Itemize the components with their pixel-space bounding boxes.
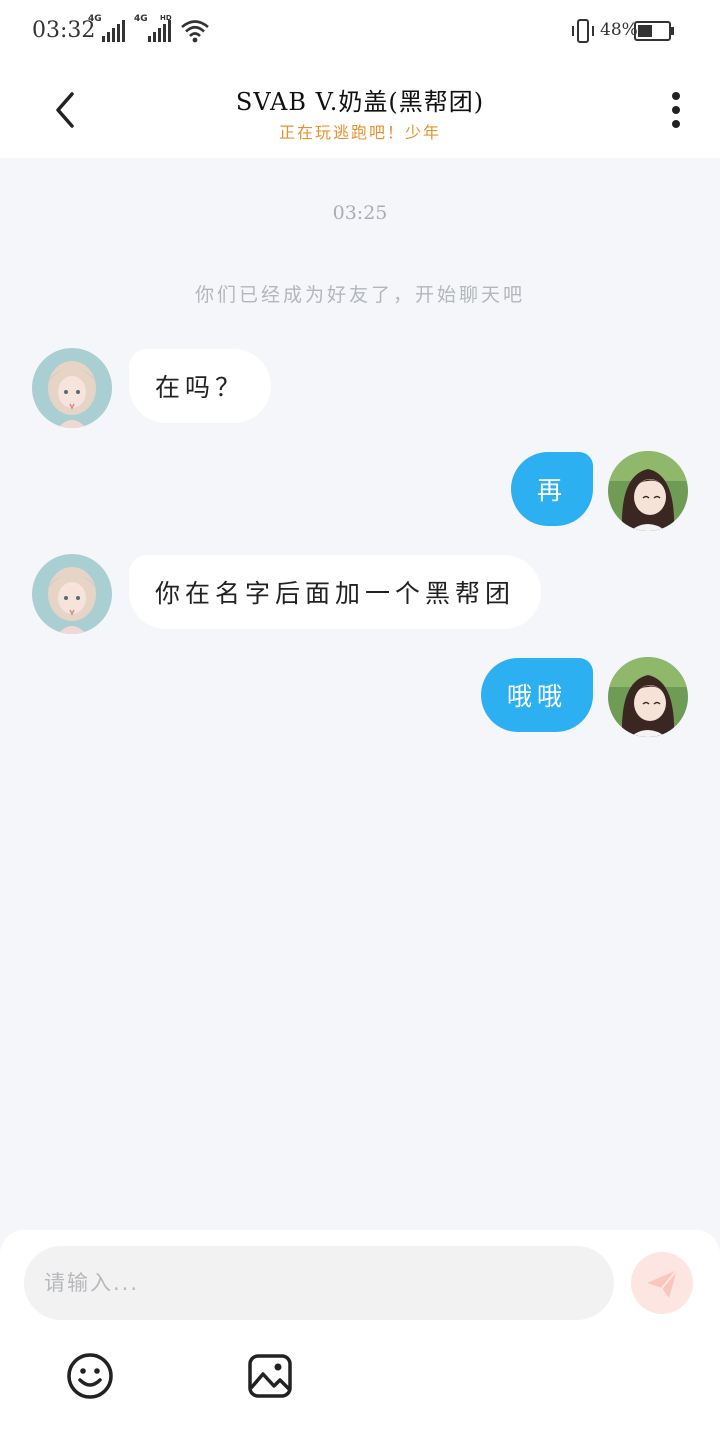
emoji-icon (67, 1353, 113, 1399)
contact-status: 正在玩逃跑吧！少年 (278, 123, 441, 142)
status-time: 03:32 (32, 18, 96, 43)
image-button[interactable] (244, 1350, 296, 1402)
chat-header: SVAB V.奶盖(黑帮团) 正在玩逃跑吧！少年 (0, 62, 720, 158)
more-options-button[interactable] (660, 88, 692, 132)
contact-avatar[interactable] (32, 348, 112, 428)
contact-name: SVAB V.奶盖(黑帮团) (235, 88, 485, 116)
user-avatar[interactable] (608, 657, 688, 737)
status-bar: 03:32 4G 4G HD 48% (0, 0, 720, 62)
message-input[interactable] (24, 1246, 614, 1320)
send-button[interactable] (631, 1252, 693, 1314)
vibrate-icon (570, 18, 596, 48)
battery-icon (634, 21, 676, 45)
wifi-icon (180, 18, 210, 48)
user-avatar[interactable] (608, 451, 688, 531)
signal-1-network-label: 4G (88, 14, 102, 24)
message-bubble-outgoing[interactable]: 再 (511, 452, 594, 526)
contact-avatar[interactable] (32, 554, 112, 634)
chat-message-list[interactable]: 03:25 你们已经成为好友了，开始聊天吧 在吗？ 再 你在名字后面加一个黑帮团… (0, 158, 720, 1230)
signal-2-badge: HD (160, 14, 172, 22)
send-icon (647, 1269, 678, 1298)
emoji-button[interactable] (64, 1350, 116, 1402)
battery-percent: 48% (600, 20, 638, 40)
signal-icon: 4G (88, 14, 128, 48)
signal-icon: 4G HD (134, 14, 174, 48)
message-timestamp: 03:25 (332, 202, 388, 224)
message-bubble-incoming[interactable]: 在吗？ (129, 349, 272, 423)
message-bubble-incoming[interactable]: 你在名字后面加一个黑帮团 (129, 555, 542, 629)
signal-2-network-label: 4G (134, 14, 148, 24)
image-icon (248, 1354, 292, 1398)
composer-panel (0, 1230, 720, 1430)
more-vertical-icon (672, 92, 680, 128)
message-bubble-outgoing[interactable]: 哦哦 (481, 658, 594, 732)
system-notice: 你们已经成为好友了，开始聊天吧 (194, 284, 525, 306)
